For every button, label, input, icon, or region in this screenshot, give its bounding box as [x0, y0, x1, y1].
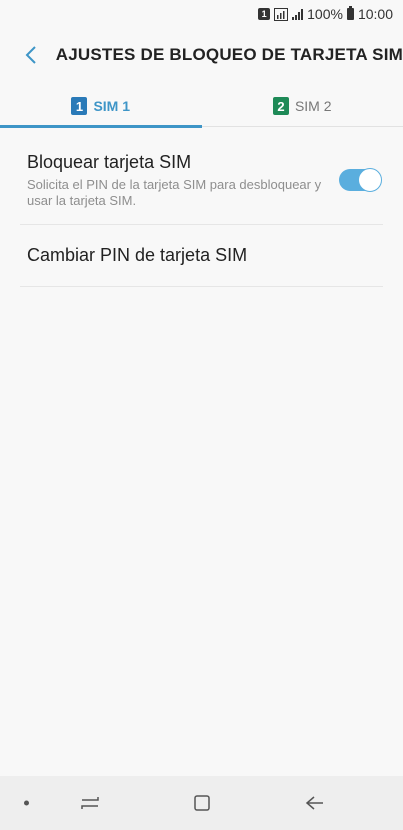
battery-percent: 100%	[307, 6, 343, 22]
sim-1-icon: 1	[71, 97, 88, 115]
sim-indicator-icon: 1	[258, 8, 271, 20]
lock-sim-title: Bloquear tarjeta SIM	[27, 151, 192, 172]
change-pin-text: Cambiar PIN de tarjeta SIM	[20, 245, 383, 266]
signal-strength-icon	[292, 8, 304, 20]
sim-tabs: 1 SIM 1 2 SIM 2	[0, 86, 403, 128]
tab-sim-2[interactable]: 2 SIM 2	[202, 86, 403, 126]
app-header: AJUSTES DE BLOQUEO DE TARJETA SIM	[0, 30, 403, 80]
sim-2-icon: 2	[272, 97, 289, 115]
clock: 10:00	[357, 6, 393, 22]
tab-label: SIM 1	[93, 98, 131, 114]
home-button[interactable]	[182, 783, 222, 823]
lock-sim-toggle[interactable]	[339, 168, 382, 192]
toggle-knob	[358, 168, 382, 192]
chevron-left-icon	[25, 46, 36, 64]
lock-sim-subtitle: Solicita el PIN de la tarjeta SIM para d…	[27, 176, 322, 208]
lock-sim-text: Bloquear tarjeta SIM Solicita el PIN de …	[20, 152, 339, 209]
back-arrow-icon	[305, 796, 323, 810]
status-bar: 1 100% 10:00	[0, 0, 403, 28]
recents-icon	[81, 797, 99, 809]
battery-icon	[346, 6, 354, 20]
navigation-bar	[0, 776, 403, 830]
page-title: AJUSTES DE BLOQUEO DE TARJETA SIM	[55, 45, 403, 64]
back-nav-button[interactable]	[295, 783, 335, 823]
change-pin-title: Cambiar PIN de tarjeta SIM	[27, 245, 248, 265]
lock-sim-row[interactable]: Bloquear tarjeta SIM Solicita el PIN de …	[20, 136, 383, 225]
home-icon	[194, 795, 210, 811]
back-button[interactable]	[14, 35, 48, 75]
nav-dot-icon	[24, 800, 29, 806]
change-pin-row[interactable]: Cambiar PIN de tarjeta SIM	[20, 225, 383, 287]
settings-list: Bloquear tarjeta SIM Solicita el PIN de …	[20, 136, 383, 287]
tab-sim-1[interactable]: 1 SIM 1	[0, 86, 202, 128]
signal-box-icon	[274, 7, 289, 21]
tab-label: SIM 2	[294, 98, 332, 114]
recents-button[interactable]	[70, 783, 110, 823]
